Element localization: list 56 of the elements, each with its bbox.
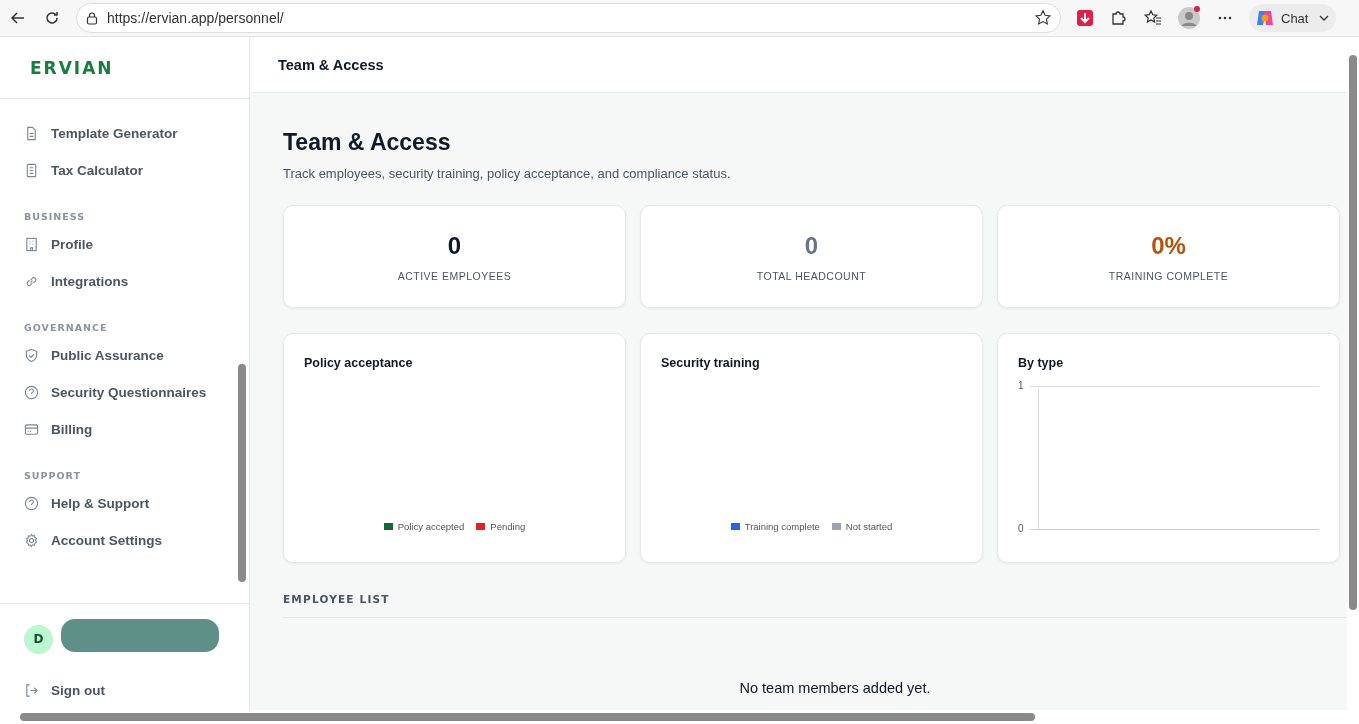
page-scrollbar[interactable] — [1347, 37, 1359, 710]
star-icon[interactable] — [1034, 9, 1052, 27]
legend-label: Training complete — [744, 521, 820, 532]
legend-label: Pending — [490, 521, 526, 532]
axis-tick-label: 0 — [1018, 523, 1024, 534]
horizontal-scrollbar[interactable] — [0, 710, 1359, 724]
link-icon — [24, 274, 39, 289]
building-icon — [24, 237, 39, 252]
shield-icon — [24, 348, 39, 363]
chart-title: By type — [1018, 356, 1065, 370]
axis-tick-label: 1 — [1018, 380, 1024, 391]
nav-item[interactable]: Billing — [0, 411, 235, 448]
calculator-icon — [24, 163, 39, 178]
nav-item[interactable]: Profile — [0, 226, 235, 263]
chat-button[interactable]: Chat — [1249, 4, 1337, 32]
nav-item[interactable]: Account Settings — [0, 522, 235, 559]
copilot-icon — [1255, 8, 1275, 28]
stat-label: TRAINING COMPLETE — [1108, 269, 1229, 282]
gear-icon — [24, 533, 39, 548]
lock-icon — [85, 11, 99, 25]
nav-item[interactable]: Tax Calculator — [0, 152, 235, 189]
section-label: GOVERNANCE — [23, 321, 109, 335]
sign-out-icon — [24, 682, 39, 698]
question-icon — [24, 496, 39, 511]
address-bar[interactable]: https://ervian.app/personnel/ — [76, 3, 1061, 33]
legend-label: Not started — [845, 521, 893, 532]
stat-value: 0% — [1151, 231, 1186, 260]
url-text: https://ervian.app/personnel/ — [107, 10, 285, 26]
header-title: Team & Access — [278, 56, 384, 73]
chart-title: Security training — [661, 356, 761, 370]
chart-title: Policy acceptance — [304, 356, 414, 370]
page-title: Team & Access — [283, 129, 452, 156]
empty-state-text: No team members added yet. — [739, 680, 931, 696]
section-label: SUPPORT — [23, 469, 82, 483]
stat-value: 0 — [804, 231, 819, 260]
avatar: D — [24, 624, 53, 654]
document-icon — [24, 126, 39, 141]
page-subtitle: Track employees, security training, policy acceptance, and compliance status. — [283, 166, 732, 181]
stat-label: ACTIVE EMPLOYEES — [397, 269, 512, 282]
profile-icon[interactable] — [1177, 6, 1201, 30]
nav-item[interactable]: Help & Support — [0, 485, 235, 522]
nav-item[interactable]: Public Assurance — [0, 337, 235, 374]
stat-label: TOTAL HEADCOUNT — [756, 269, 867, 282]
nav-item[interactable]: Security Questionnaires — [0, 374, 235, 411]
section-label: BUSINESS — [23, 210, 87, 224]
logo[interactable]: ERVIAN — [30, 57, 114, 78]
stat-value: 0 — [447, 231, 462, 260]
download-icon[interactable] — [1075, 8, 1095, 28]
nav-item[interactable]: Template Generator — [0, 115, 235, 152]
question-icon — [24, 385, 39, 400]
legend-label: Policy accepted — [397, 521, 465, 532]
nav-item[interactable]: Integrations — [0, 263, 235, 300]
sign-out-link[interactable]: Sign out — [0, 674, 249, 706]
favorites-icon[interactable] — [1143, 8, 1163, 28]
puzzle-icon[interactable] — [1109, 8, 1129, 28]
card-icon — [24, 422, 39, 437]
